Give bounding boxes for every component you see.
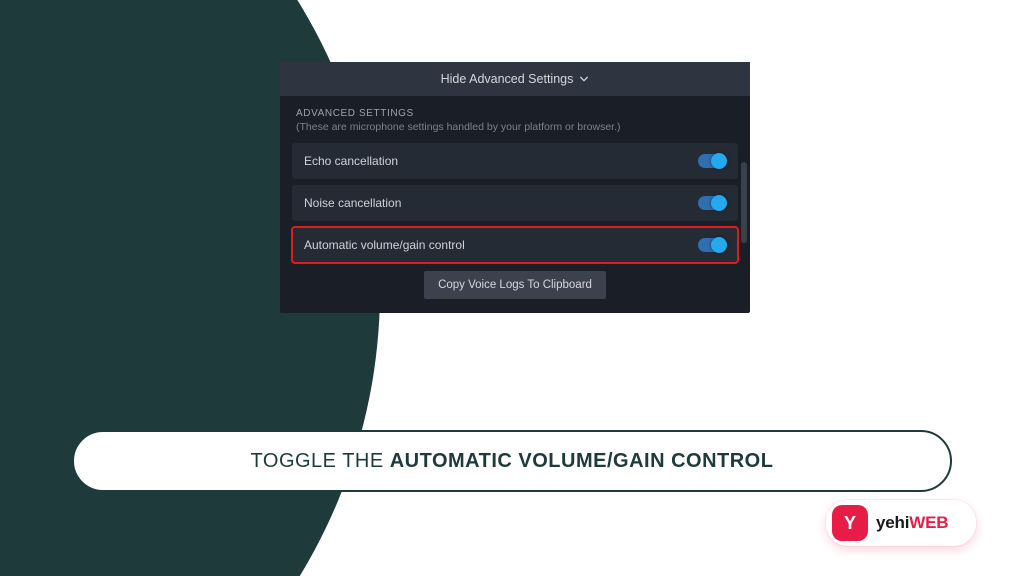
logo-text-plain: yehi (876, 513, 909, 532)
hide-advanced-label: Hide Advanced Settings (441, 72, 574, 86)
hide-advanced-header[interactable]: Hide Advanced Settings (280, 62, 750, 96)
logo-text: yehiWEB (876, 513, 948, 533)
caption-prefix: TOGGLE THE (251, 450, 384, 473)
panel-scrollbar[interactable] (741, 102, 747, 303)
logo-mark-icon: Y (832, 505, 868, 541)
row-noise-cancellation: Noise cancellation (292, 185, 738, 221)
toggle-auto-gain-control[interactable] (698, 238, 726, 252)
caption-bold: AUTOMATIC VOLUME/GAIN CONTROL (390, 450, 774, 473)
settings-rows: Echo cancellation Noise cancellation Aut… (280, 143, 750, 263)
copy-button-wrap: Copy Voice Logs To Clipboard (280, 271, 750, 299)
section-title: ADVANCED SETTINGS (280, 96, 750, 121)
section-subtitle: (These are microphone settings handled b… (280, 121, 750, 143)
row-label: Echo cancellation (304, 154, 398, 168)
stage: Hide Advanced Settings ADVANCED SETTINGS… (0, 0, 1024, 576)
row-label: Noise cancellation (304, 196, 401, 210)
toggle-knob-icon (711, 237, 727, 253)
logo-text-accent: WEB (909, 513, 948, 532)
caption-pill: TOGGLE THE AUTOMATIC VOLUME/GAIN CONTROL (72, 430, 952, 492)
toggle-noise-cancellation[interactable] (698, 196, 726, 210)
row-label: Automatic volume/gain control (304, 238, 465, 252)
brand-logo: Y yehiWEB (826, 500, 976, 546)
chevron-down-icon (579, 74, 589, 84)
settings-panel: Hide Advanced Settings ADVANCED SETTINGS… (280, 62, 750, 313)
scrollbar-thumb[interactable] (741, 162, 747, 242)
toggle-knob-icon (711, 153, 727, 169)
toggle-echo-cancellation[interactable] (698, 154, 726, 168)
toggle-knob-icon (711, 195, 727, 211)
copy-voice-logs-button[interactable]: Copy Voice Logs To Clipboard (424, 271, 606, 299)
row-auto-gain-control: Automatic volume/gain control (292, 227, 738, 263)
row-echo-cancellation: Echo cancellation (292, 143, 738, 179)
